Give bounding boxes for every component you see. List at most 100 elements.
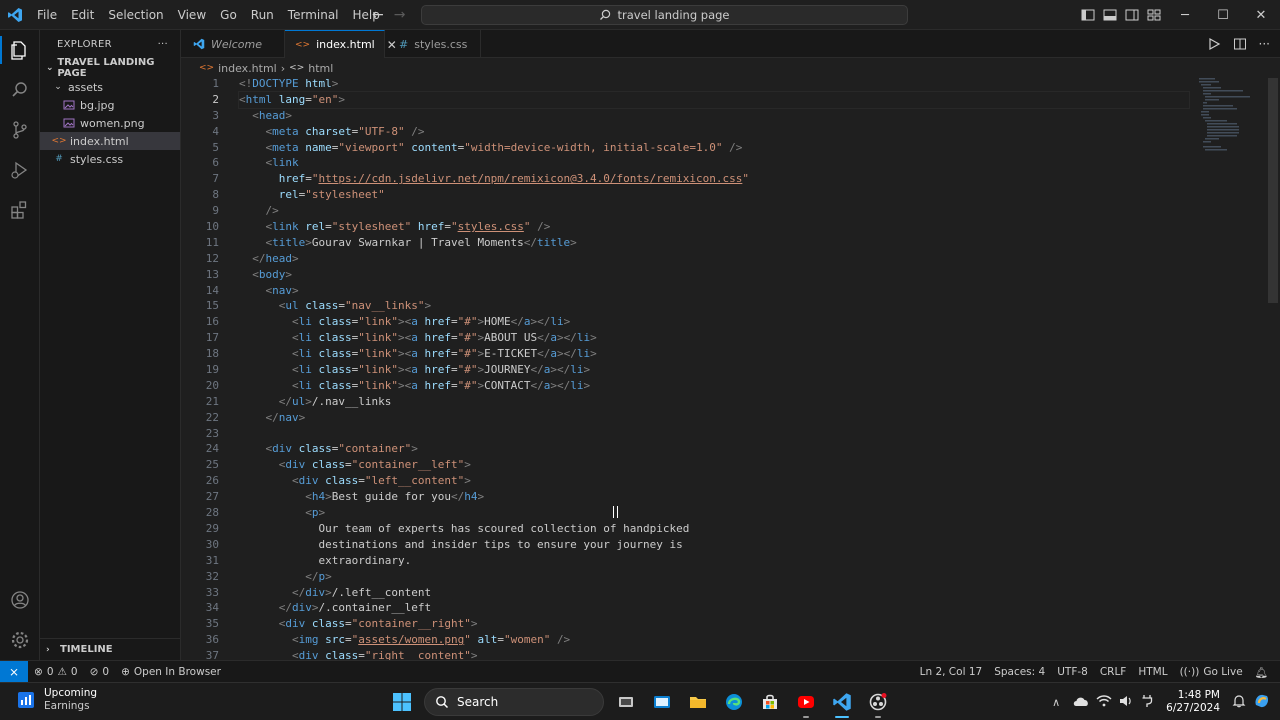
code-line[interactable]: <p> (239, 505, 1189, 521)
vertical-scrollbar[interactable] (1268, 78, 1278, 303)
line-number[interactable]: 20 (181, 378, 239, 394)
line-number[interactable]: 16 (181, 314, 239, 330)
line-number[interactable]: 32 (181, 569, 239, 585)
code-line[interactable]: </div>/.left__content (239, 585, 1189, 601)
line-number[interactable]: 10 (181, 219, 239, 235)
line-number[interactable]: 28 (181, 505, 239, 521)
code-line[interactable]: <li class="link"><a href="#">HOME</a></l… (239, 314, 1189, 330)
minimize-icon[interactable]: ─ (1166, 0, 1204, 30)
line-number[interactable]: 36 (181, 632, 239, 648)
wifi-icon[interactable] (1096, 694, 1112, 711)
tab-index-html[interactable]: <> index.html ✕ (285, 30, 397, 58)
menu-run[interactable]: Run (244, 0, 281, 30)
line-number[interactable]: 35 (181, 616, 239, 632)
code-line[interactable]: destinations and insider tips to ensure … (239, 537, 1189, 553)
more-actions-icon[interactable]: ··· (158, 39, 168, 50)
line-number[interactable]: 27 (181, 489, 239, 505)
line-number[interactable]: 37 (181, 648, 239, 660)
run-debug-icon[interactable] (0, 150, 40, 190)
task-view-icon[interactable] (612, 688, 640, 716)
code-lines[interactable]: <!DOCTYPE html> <html lang="en"> <head> <… (238, 76, 1190, 660)
code-line[interactable]: Our team of experts has scoured collecti… (239, 521, 1189, 537)
line-number[interactable]: 17 (181, 330, 239, 346)
code-line[interactable]: <li class="link"><a href="#">ABOUT US</a… (239, 330, 1189, 346)
cursor-position[interactable]: Ln 2, Col 17 (914, 666, 989, 678)
toggle-primary-sidebar-icon[interactable] (1080, 7, 1096, 23)
power-plug-icon[interactable] (1140, 694, 1154, 711)
code-line[interactable]: /> (239, 203, 1189, 219)
code-line[interactable]: rel="stylesheet" (239, 187, 1189, 203)
split-editor-icon[interactable] (1233, 37, 1247, 51)
code-line[interactable]: <nav> (239, 283, 1189, 299)
windows-start-icon[interactable] (388, 688, 416, 716)
edge-browser-icon[interactable] (720, 688, 748, 716)
code-line[interactable]: <meta name="viewport" content="width=dev… (239, 140, 1189, 156)
open-in-browser-button[interactable]: ⊕ Open In Browser (115, 666, 227, 678)
clock[interactable]: 1:48 PM 6/27/2024 (1160, 689, 1226, 715)
code-line[interactable]: <link (239, 155, 1189, 171)
settings-gear-icon[interactable] (0, 620, 40, 660)
run-file-icon[interactable] (1207, 37, 1221, 51)
minimap[interactable] (1191, 76, 1261, 156)
line-number[interactable]: 34 (181, 600, 239, 616)
ports-indicator[interactable]: ⊘ 0 (84, 666, 116, 678)
line-number[interactable]: 21 (181, 394, 239, 410)
tab-styles-css[interactable]: # styles.css (385, 30, 481, 58)
code-line[interactable]: <link rel="stylesheet" href="styles.css"… (239, 219, 1189, 235)
line-number[interactable]: 14 (181, 283, 239, 299)
extensions-icon[interactable] (0, 190, 40, 230)
customize-layout-icon[interactable] (1146, 7, 1162, 23)
notifications-bell-icon[interactable]: 🔔︎ (1249, 666, 1280, 679)
timeline-section[interactable]: › TIMELINE (40, 638, 181, 660)
code-line[interactable]: <li class="link"><a href="#">CONTACT</a>… (239, 378, 1189, 394)
language-mode[interactable]: HTML (1132, 666, 1173, 678)
line-number[interactable]: 15 (181, 298, 239, 314)
command-center-search[interactable]: travel landing page (421, 5, 908, 25)
line-number[interactable]: 2 (181, 92, 239, 108)
line-number[interactable]: 13 (181, 267, 239, 283)
line-number[interactable]: 22 (181, 410, 239, 426)
tree-item-styles-css[interactable]: # styles.css (40, 150, 180, 168)
microsoft-store-icon[interactable] (756, 688, 784, 716)
line-number[interactable]: 6 (181, 155, 239, 171)
code-line[interactable]: <title>Gourav Swarnkar | Travel Moments<… (239, 235, 1189, 251)
line-number[interactable]: 9 (181, 203, 239, 219)
line-number[interactable]: 23 (181, 426, 239, 442)
tab-welcome[interactable]: Welcome (181, 30, 285, 58)
go-live-button[interactable]: ((·)) Go Live (1174, 666, 1249, 678)
toggle-secondary-sidebar-icon[interactable] (1124, 7, 1140, 23)
breadcrumb-item[interactable]: index.html (218, 62, 277, 75)
code-line[interactable]: </p> (239, 569, 1189, 585)
vscode-taskbar-icon[interactable] (828, 688, 856, 718)
code-editor[interactable]: 1 2 3 4 5 6 7 8 9 10 11 12 13 14 15 16 17 18 19 20 21 22 23 24 2… (181, 76, 1280, 660)
code-line[interactable]: <div class="left__content"> (239, 473, 1189, 489)
source-control-icon[interactable] (0, 110, 40, 150)
line-number[interactable]: 19 (181, 362, 239, 378)
line-number[interactable]: 33 (181, 585, 239, 601)
code-line[interactable]: <body> (239, 267, 1189, 283)
code-line[interactable]: extraordinary. (239, 553, 1189, 569)
line-number[interactable]: 4 (181, 124, 239, 140)
menu-file[interactable]: File (30, 0, 64, 30)
menu-selection[interactable]: Selection (101, 0, 170, 30)
code-line[interactable]: <li class="link"><a href="#">JOURNEY</a>… (239, 362, 1189, 378)
menu-edit[interactable]: Edit (64, 0, 101, 30)
code-line[interactable]: <div class="right__content"> (239, 648, 1189, 660)
code-line[interactable]: <meta charset="UTF-8" /> (239, 124, 1189, 140)
line-number[interactable]: 31 (181, 553, 239, 569)
menu-terminal[interactable]: Terminal (281, 0, 346, 30)
encoding[interactable]: UTF-8 (1051, 666, 1094, 678)
code-line[interactable]: <html lang="en"> (238, 90, 1190, 109)
menu-go[interactable]: Go (213, 0, 244, 30)
toggle-panel-icon[interactable] (1102, 7, 1118, 23)
breadcrumb-item[interactable]: html (308, 62, 333, 75)
explorer-icon[interactable] (0, 30, 40, 70)
workspace-folder[interactable]: ⌄ TRAVEL LANDING PAGE (40, 57, 180, 79)
line-number[interactable]: 5 (181, 140, 239, 156)
tree-item-index-html[interactable]: <> index.html (40, 132, 180, 150)
code-line[interactable]: <div class="container"> (239, 441, 1189, 457)
code-line[interactable]: </div>/.container__left (239, 600, 1189, 616)
menu-view[interactable]: View (171, 0, 213, 30)
code-line[interactable]: </head> (239, 251, 1189, 267)
search-view-icon[interactable] (0, 70, 40, 110)
